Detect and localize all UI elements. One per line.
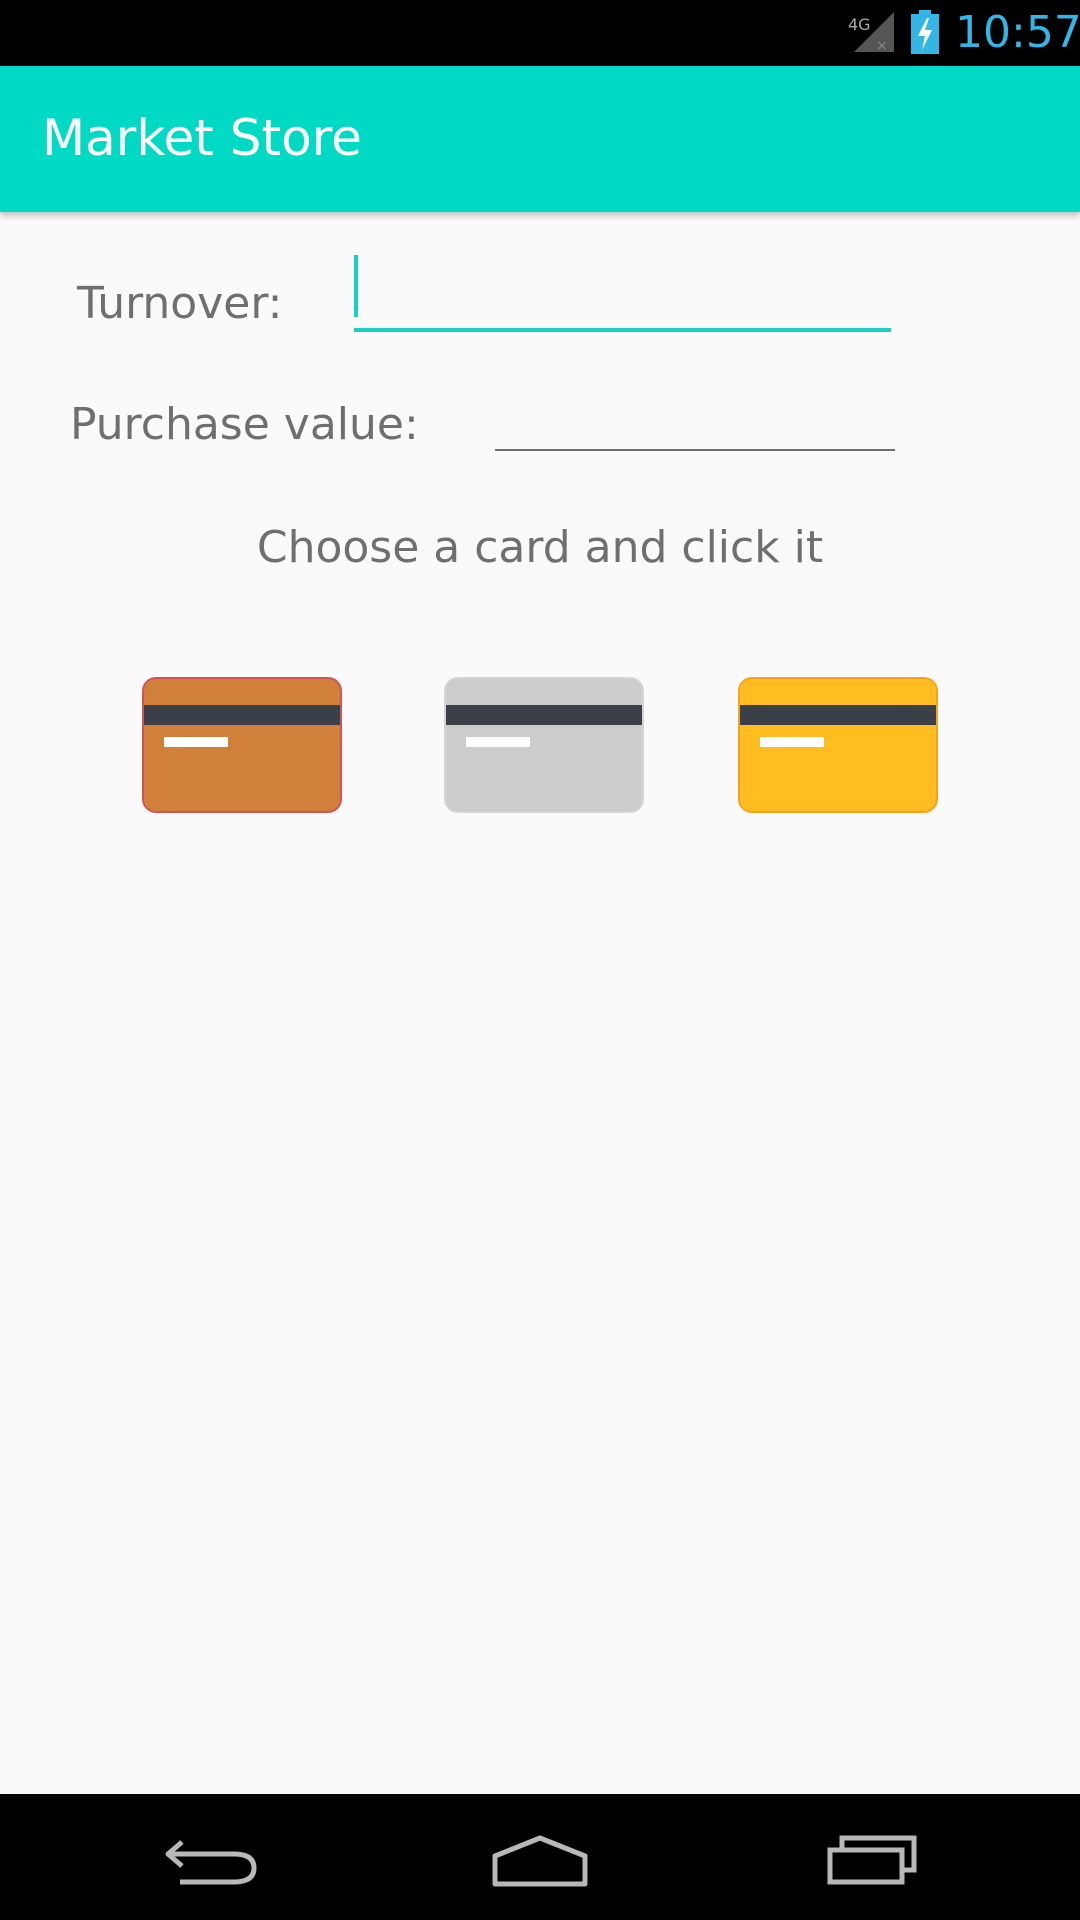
gold-card[interactable]: [738, 677, 938, 813]
home-button[interactable]: [480, 1814, 600, 1900]
battery-icon: [911, 10, 939, 54]
signal-icon: 4G ×: [848, 12, 894, 54]
app-title: Market Store: [42, 109, 362, 167]
card-line: [760, 737, 824, 747]
recents-button[interactable]: [812, 1814, 932, 1900]
screen: 4G × 10:57 Market Store Turnover: Purcha…: [0, 0, 1080, 1920]
back-button[interactable]: [150, 1814, 270, 1900]
purchase-value-input[interactable]: [495, 378, 895, 451]
turnover-input[interactable]: [354, 254, 891, 332]
turnover-label: Turnover:: [77, 278, 283, 329]
silver-card[interactable]: [444, 677, 644, 813]
card-stripe: [740, 705, 936, 725]
nav-bar: [0, 1794, 1080, 1920]
card-stripe: [144, 705, 340, 725]
home-icon: [492, 1835, 588, 1887]
card-line: [466, 737, 530, 747]
status-bar: 4G × 10:57: [0, 0, 1080, 66]
bronze-card[interactable]: [142, 677, 342, 813]
card-line: [164, 737, 228, 747]
clock: 10:57: [955, 7, 1080, 58]
recents-icon: [827, 1835, 917, 1885]
text-cursor: [354, 255, 358, 317]
purchase-value-label: Purchase value:: [70, 399, 419, 450]
svg-text:×: ×: [876, 38, 888, 54]
back-icon: [165, 1840, 257, 1885]
card-hint: Choose a card and click it: [256, 522, 824, 573]
app-bar: Market Store: [0, 66, 1080, 212]
network-label: 4G: [848, 15, 871, 34]
card-stripe: [446, 705, 642, 725]
